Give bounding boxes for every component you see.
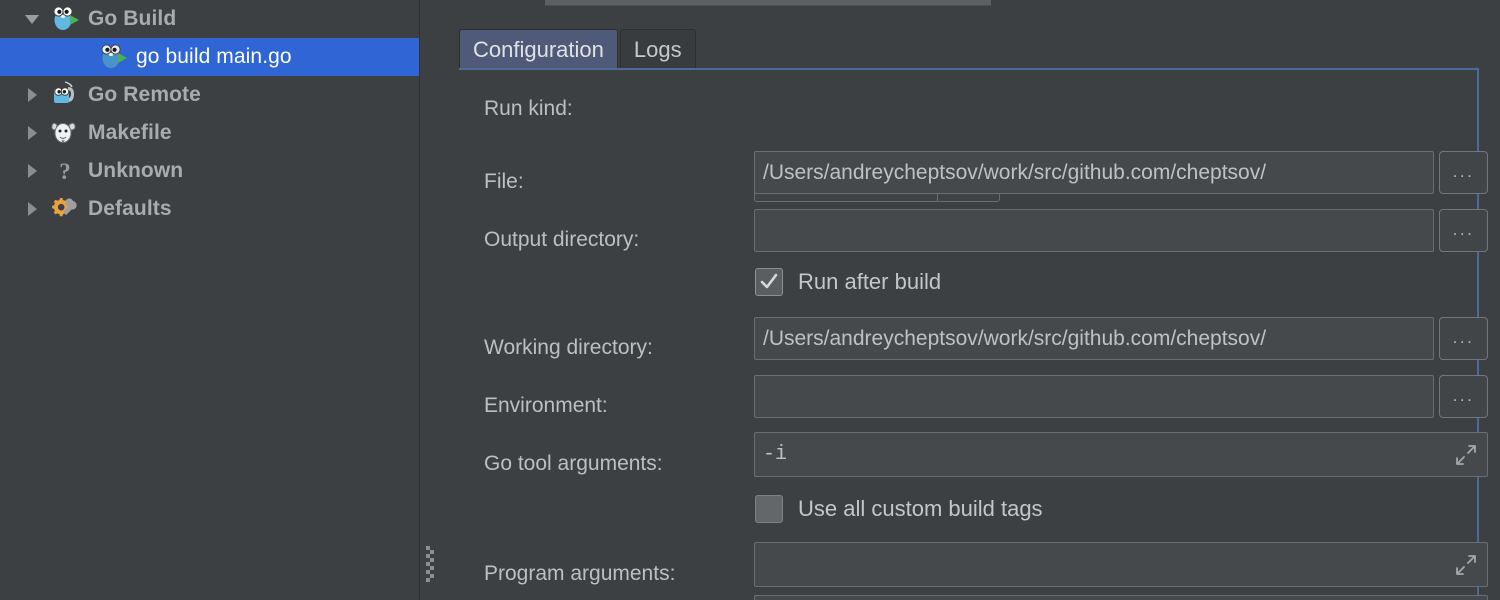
environment-browse-button[interactable]: ... xyxy=(1439,375,1488,418)
tree-item-label: Go Remote xyxy=(88,83,201,106)
tab-logs[interactable]: Logs xyxy=(619,29,696,69)
tree-item-makefile[interactable]: Makefile xyxy=(0,114,419,152)
splitter-grip-icon[interactable] xyxy=(426,546,434,582)
gopher-run-icon xyxy=(48,4,82,34)
go-tool-arguments-value: -i xyxy=(763,443,788,466)
tree-item-label: Go Build xyxy=(88,7,177,30)
tree-item-label: Unknown xyxy=(88,159,184,182)
working-directory-label: Working directory: xyxy=(484,336,653,359)
tree-item-go-build[interactable]: Go Build xyxy=(0,0,419,38)
program-arguments-input[interactable] xyxy=(754,542,1488,587)
tree-item-label: Makefile xyxy=(88,121,172,144)
use-all-custom-build-tags-row[interactable]: Use all custom build tags xyxy=(755,495,1043,523)
go-tool-arguments-input[interactable]: -i xyxy=(754,432,1488,477)
output-directory-label: Output directory: xyxy=(484,228,640,251)
use-all-custom-build-tags-checkbox[interactable] xyxy=(755,495,783,523)
run-kind-label: Run kind: xyxy=(484,97,573,120)
tree-item-go-remote[interactable]: Go Remote xyxy=(0,76,419,114)
tab-label: Configuration xyxy=(473,36,604,62)
file-value: /Users/andreycheptsov/work/src/github.co… xyxy=(763,160,1267,184)
file-label: File: xyxy=(484,170,524,193)
output-directory-input[interactable] xyxy=(754,209,1434,252)
tree-item-label: Defaults xyxy=(88,197,172,220)
tree-item-label: go build main.go xyxy=(136,45,292,68)
editor-tab-bar: Configuration Logs xyxy=(459,29,698,69)
file-input[interactable]: /Users/andreycheptsov/work/src/github.co… xyxy=(754,151,1434,194)
configuration-form: Run kind: File File: /Users/andreychepts… xyxy=(459,68,1488,600)
chevron-down-icon[interactable] xyxy=(22,0,48,38)
tab-configuration[interactable]: Configuration xyxy=(459,29,618,69)
run-after-build-label: Run after build xyxy=(798,269,942,294)
chevron-right-icon[interactable] xyxy=(22,76,48,114)
configuration-editor-pane: Configuration Logs Run kind: File File: … xyxy=(439,0,1500,600)
working-directory-input[interactable]: /Users/andreycheptsov/work/src/github.co… xyxy=(754,317,1434,360)
working-directory-value: /Users/andreycheptsov/work/src/github.co… xyxy=(763,326,1267,350)
go-tool-arguments-label: Go tool arguments: xyxy=(484,452,663,475)
question-mark-icon: ? xyxy=(59,158,71,184)
chevron-right-icon[interactable] xyxy=(22,114,48,152)
gopher-phone-icon xyxy=(48,80,82,110)
next-field-partial[interactable] xyxy=(754,595,1488,600)
gnu-head-icon xyxy=(48,118,82,148)
tree-item-go-build-main-go[interactable]: go build main.go xyxy=(0,38,419,76)
gear-wrench-icon xyxy=(48,194,82,224)
working-directory-browse-button[interactable]: ... xyxy=(1439,317,1488,360)
tree-item-defaults[interactable]: Defaults xyxy=(0,190,419,228)
file-browse-button[interactable]: ... xyxy=(1439,151,1488,194)
run-after-build-checkbox[interactable] xyxy=(755,268,783,296)
chevron-right-icon[interactable] xyxy=(22,152,48,190)
configurations-tree-panel: Go Build go build main.go Go Remote Make… xyxy=(0,0,420,600)
toolbar-remnant xyxy=(545,0,991,6)
tab-label: Logs xyxy=(633,36,682,62)
gopher-run-icon xyxy=(96,42,130,72)
panel-splitter[interactable] xyxy=(421,0,439,600)
output-directory-browse-button[interactable]: ... xyxy=(1439,209,1488,252)
expand-diagonal-icon[interactable] xyxy=(1455,554,1477,576)
environment-label: Environment: xyxy=(484,394,608,417)
chevron-right-icon[interactable] xyxy=(22,190,48,228)
use-all-custom-build-tags-label: Use all custom build tags xyxy=(798,496,1043,521)
run-after-build-row[interactable]: Run after build xyxy=(755,268,941,296)
run-debug-configurations-dialog: Go Build go build main.go Go Remote Make… xyxy=(0,0,1500,600)
expand-diagonal-icon[interactable] xyxy=(1455,444,1477,466)
environment-input[interactable] xyxy=(754,375,1434,418)
tree-item-unknown[interactable]: ? Unknown xyxy=(0,152,419,190)
program-arguments-label: Program arguments: xyxy=(484,562,676,585)
